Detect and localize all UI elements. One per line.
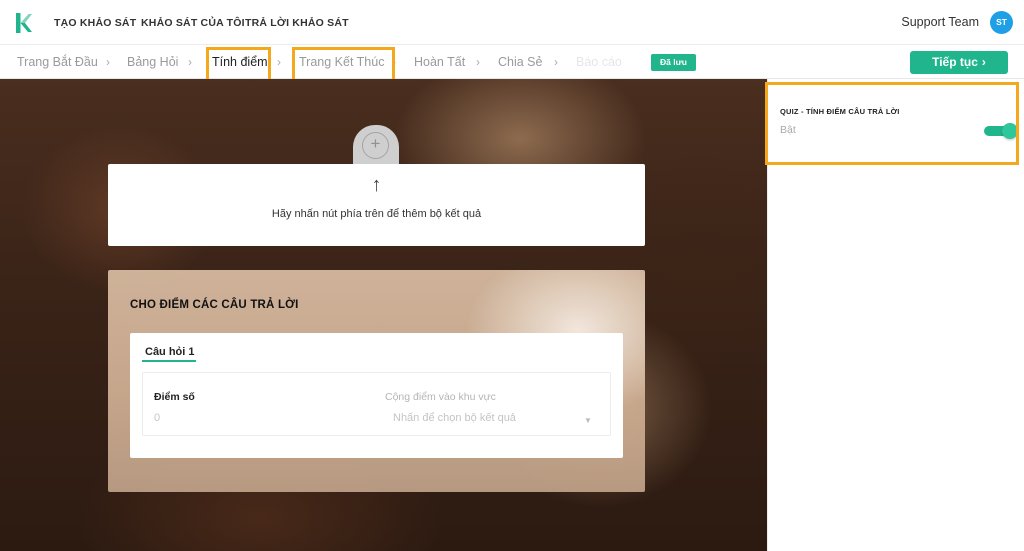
nav-create-survey[interactable]: TẠO KHẢO SÁT xyxy=(54,17,136,29)
chevron-right-icon: › xyxy=(554,55,558,69)
question-tab[interactable]: Câu hỏi 1 xyxy=(145,346,195,358)
add-result-button[interactable]: + xyxy=(362,132,389,159)
step-questionnaire[interactable]: Bảng Hỏi xyxy=(127,55,178,69)
toggle-knob[interactable] xyxy=(1002,123,1018,139)
step-end-page[interactable]: Trang Kết Thúc xyxy=(299,55,384,69)
question-fields: Điểm số 0 Cộng điểm vào khu vực Nhấn để … xyxy=(142,372,611,436)
step-report: Báo cáo xyxy=(576,55,622,69)
area-label: Cộng điểm vào khu vực xyxy=(385,391,496,403)
empty-hint-text: Hãy nhấn nút phía trên để thêm bộ kết qu… xyxy=(271,208,482,220)
step-finish[interactable]: Hoàn Tất xyxy=(414,55,465,69)
quiz-setting-title: QUIZ - TÍNH ĐIỂM CÂU TRẢ LỜI xyxy=(780,107,900,116)
score-label: Điểm số xyxy=(154,391,195,403)
score-input[interactable]: 0 xyxy=(154,412,160,424)
nav-my-surveys[interactable]: KHẢO SÁT CỦA TÔI xyxy=(141,17,245,29)
add-result-tab[interactable]: + xyxy=(353,125,399,165)
chevron-right-icon: › xyxy=(981,55,986,69)
tab-underline xyxy=(142,360,196,362)
settings-panel: QUIZ - TÍNH ĐIỂM CÂU TRẢ LỜI Bật xyxy=(767,79,1024,551)
question-card: Câu hỏi 1 Điểm số 0 Cộng điểm vào khu vự… xyxy=(130,333,623,458)
step-scoring[interactable]: Tính điểm xyxy=(212,55,268,69)
chevron-right-icon: › xyxy=(476,55,480,69)
step-share[interactable]: Chia Sẻ xyxy=(498,55,542,69)
chevron-down-icon[interactable]: ▼ xyxy=(584,416,592,425)
nav-answer-survey[interactable]: TRẢ LỜI KHẢO SÁT xyxy=(245,17,349,29)
scoring-panel: CHO ĐIỂM CÁC CÂU TRẢ LỜI Câu hỏi 1 Điểm … xyxy=(108,270,645,492)
top-navbar: TẠO KHẢO SÁT KHẢO SÁT CỦA TÔI TRẢ LỜI KH… xyxy=(0,0,1024,45)
chevron-right-icon: › xyxy=(188,55,192,69)
quiz-toggle[interactable] xyxy=(984,123,1018,139)
chevron-right-icon: › xyxy=(277,55,281,69)
avatar[interactable]: ST xyxy=(990,11,1013,34)
saved-badge: Đã lưu xyxy=(651,54,696,71)
quiz-setting-state: Bật xyxy=(780,124,796,136)
editor-canvas: + ↑ Hãy nhấn nút phía trên để thêm bộ kế… xyxy=(0,79,767,551)
chevron-right-icon: › xyxy=(392,55,396,69)
arrow-up-icon: ↑ xyxy=(371,174,382,196)
step-start-page[interactable]: Trang Bắt Đầu xyxy=(17,55,98,69)
panel-title: CHO ĐIỂM CÁC CÂU TRẢ LỜI xyxy=(130,299,299,311)
logo-icon[interactable] xyxy=(13,11,33,35)
breadcrumb: Trang Bắt Đầu › Bảng Hỏi › Tính điểm › T… xyxy=(0,45,1024,79)
result-set-select[interactable]: Nhấn để chọn bộ kết quả xyxy=(393,412,516,424)
empty-results-card: ↑ Hãy nhấn nút phía trên để thêm bộ kết … xyxy=(108,164,645,246)
continue-button[interactable]: Tiếp tục › xyxy=(910,51,1008,74)
continue-label: Tiếp tục xyxy=(932,55,978,69)
chevron-right-icon: › xyxy=(106,55,110,69)
user-name[interactable]: Support Team xyxy=(901,15,979,29)
